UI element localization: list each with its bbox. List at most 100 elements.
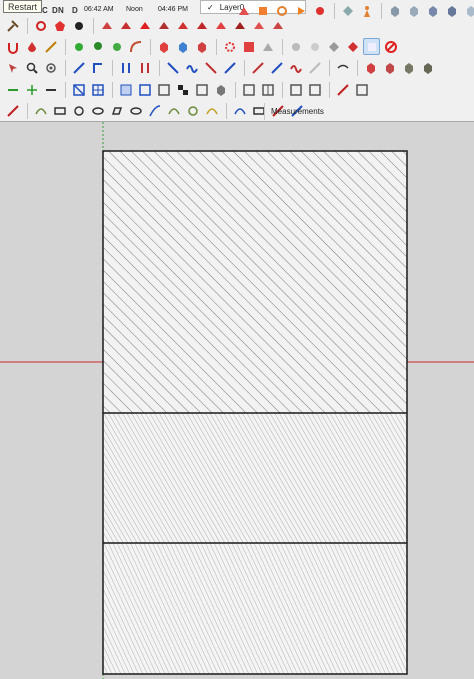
sweep-button[interactable] xyxy=(306,59,323,76)
cube-red-button[interactable] xyxy=(136,17,153,34)
components-button[interactable] xyxy=(325,38,342,55)
cube-orange-button[interactable] xyxy=(193,17,210,34)
orbit-button[interactable] xyxy=(70,38,87,55)
grid-button[interactable] xyxy=(240,38,257,55)
rectangle-button[interactable] xyxy=(51,102,68,119)
zoom-icon xyxy=(26,62,38,74)
lock-button[interactable] xyxy=(269,17,286,34)
polygon-button[interactable] xyxy=(108,102,125,119)
frame-button[interactable] xyxy=(136,81,153,98)
pen-red-button[interactable] xyxy=(334,81,351,98)
shape-button[interactable] xyxy=(221,59,238,76)
model-viewport[interactable] xyxy=(0,122,474,679)
line-button[interactable] xyxy=(4,81,21,98)
arc-2-button[interactable] xyxy=(165,102,182,119)
cube-red-button[interactable] xyxy=(155,38,172,55)
move-button[interactable] xyxy=(136,59,153,76)
slash-icon xyxy=(72,83,85,96)
toolbar-area: D 06:42 AM Noon 04:46 PM C N D Restart ✓… xyxy=(0,0,474,122)
toolbar-separator xyxy=(65,81,66,98)
frame-2-button[interactable] xyxy=(155,81,172,98)
curve-blue-button[interactable] xyxy=(362,59,379,76)
cube-green-button[interactable] xyxy=(174,17,191,34)
tools-button[interactable] xyxy=(4,17,21,34)
frame-4-button[interactable] xyxy=(287,81,304,98)
grid-2-button[interactable] xyxy=(259,81,276,98)
offset-button[interactable] xyxy=(127,102,144,119)
fire-button[interactable] xyxy=(117,17,134,34)
pie-button[interactable] xyxy=(184,102,201,119)
slash-button[interactable] xyxy=(70,81,87,98)
frame-5-button[interactable] xyxy=(306,81,323,98)
select-button[interactable] xyxy=(4,59,21,76)
cube-yellow-button[interactable] xyxy=(212,17,229,34)
solid-button[interactable] xyxy=(70,17,87,34)
measurements-box[interactable]: Measurements xyxy=(264,103,474,120)
loop-icon xyxy=(34,107,47,114)
drop-button[interactable] xyxy=(23,38,40,55)
frame-3-button[interactable] xyxy=(240,81,257,98)
pyramid-button[interactable] xyxy=(259,38,276,55)
cube-tilt-button[interactable] xyxy=(249,59,266,76)
texture-2-button[interactable] xyxy=(419,59,436,76)
cube-button[interactable] xyxy=(212,81,229,98)
grid-blue-button[interactable] xyxy=(117,81,134,98)
fx-button[interactable] xyxy=(98,17,115,34)
tree-button[interactable] xyxy=(89,38,106,55)
stop-button[interactable] xyxy=(382,38,399,55)
curve-button[interactable] xyxy=(127,38,144,55)
stack-button[interactable] xyxy=(381,59,398,76)
circle-button[interactable] xyxy=(70,102,87,119)
settings-button[interactable] xyxy=(42,59,59,76)
texture-button[interactable] xyxy=(400,59,417,76)
lathe-button[interactable] xyxy=(334,59,351,76)
zoom-fit-button[interactable] xyxy=(306,38,323,55)
month-letter-n[interactable]: N xyxy=(58,6,64,15)
bezier-button[interactable] xyxy=(231,102,248,119)
cube-text-button[interactable] xyxy=(250,17,267,34)
gear-button[interactable] xyxy=(221,38,238,55)
rotate-button[interactable] xyxy=(70,59,87,76)
noon-label: Noon xyxy=(126,6,143,13)
pencil-button[interactable] xyxy=(4,102,21,119)
extrude-button[interactable] xyxy=(231,17,248,34)
frame-6-button[interactable] xyxy=(353,81,370,98)
fire-icon xyxy=(120,21,131,29)
spline-button[interactable] xyxy=(203,102,220,119)
ellipse-button[interactable] xyxy=(89,102,106,119)
arc-button[interactable] xyxy=(146,102,163,119)
grid-button[interactable] xyxy=(89,81,106,98)
flip-button[interactable] xyxy=(164,59,181,76)
plus-button[interactable] xyxy=(23,81,40,98)
month-letter-d[interactable]: D xyxy=(72,6,78,15)
cube-red-icon xyxy=(139,21,150,29)
axis-button[interactable] xyxy=(42,81,59,98)
fx-icon xyxy=(101,21,112,29)
section-button[interactable] xyxy=(193,81,210,98)
scale-button[interactable] xyxy=(42,38,59,55)
settings-icon xyxy=(45,62,56,73)
fold-button[interactable] xyxy=(202,59,219,76)
layers-button[interactable] xyxy=(193,38,210,55)
lock-icon xyxy=(272,21,283,29)
cube-check-button[interactable] xyxy=(344,38,361,55)
blob-button[interactable] xyxy=(51,17,68,34)
paint-button[interactable] xyxy=(268,59,285,76)
zoom-button[interactable] xyxy=(23,59,40,76)
disc-button[interactable] xyxy=(287,38,304,55)
cube-icon xyxy=(216,84,225,96)
cube-blue-button[interactable] xyxy=(174,38,191,55)
palette-button[interactable] xyxy=(363,38,380,55)
arrows-button[interactable] xyxy=(117,59,134,76)
magnet-button[interactable] xyxy=(4,38,21,55)
checker-button[interactable] xyxy=(174,81,191,98)
loop-button[interactable] xyxy=(32,102,49,119)
plant-button[interactable] xyxy=(108,38,125,55)
face-bottom-hatch xyxy=(103,543,407,674)
wave-down-button[interactable] xyxy=(287,59,304,76)
palette-icon xyxy=(367,42,376,51)
push-button[interactable] xyxy=(89,59,106,76)
wave-button[interactable] xyxy=(183,59,200,76)
ruby-button[interactable] xyxy=(32,17,49,34)
cube-blue-button[interactable] xyxy=(155,17,172,34)
